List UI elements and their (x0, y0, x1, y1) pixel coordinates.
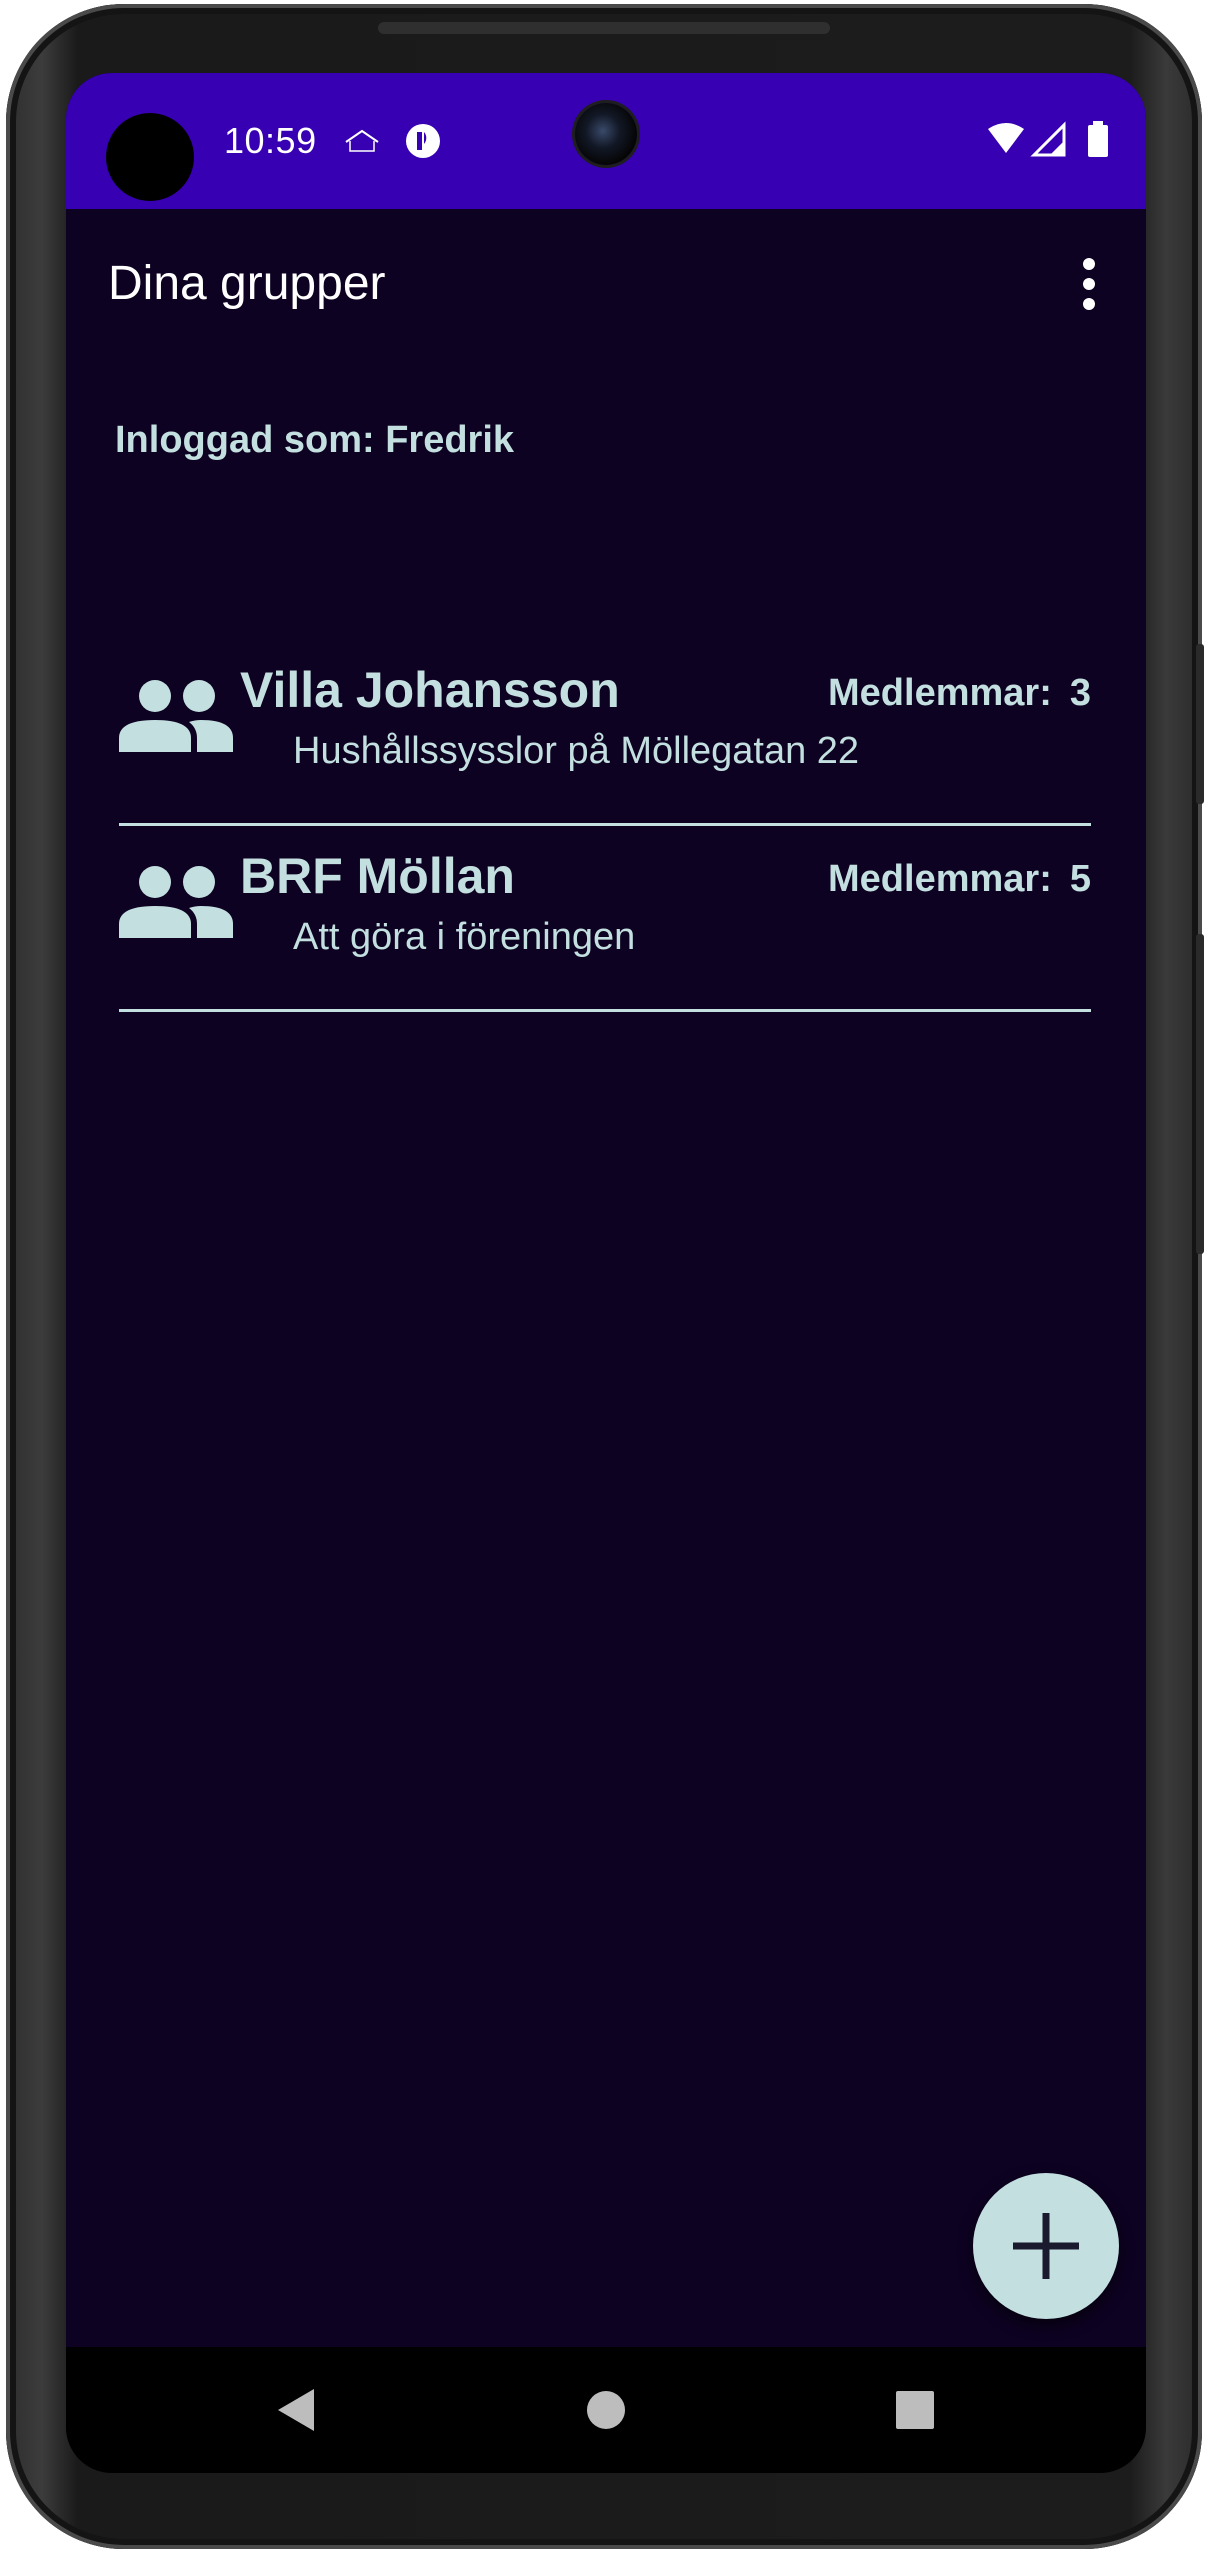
front-camera (575, 103, 637, 165)
group-name: Villa Johansson (240, 662, 620, 718)
status-time: 10:59 (224, 120, 317, 161)
group-list-item[interactable]: Villa Johansson Hushållssysslor på Mölle… (119, 641, 1091, 826)
power-button (1196, 644, 1204, 804)
recents-square-icon[interactable] (888, 2383, 942, 2437)
plus-icon (1013, 2213, 1079, 2279)
members-label: Medlemmar: (828, 858, 1052, 900)
group-description: Hushållssysslor på Möllegatan 22 (293, 730, 860, 772)
house-app-icon (345, 129, 379, 152)
logged-in-user-label: Inloggad som: Fredrik (115, 419, 515, 461)
add-group-button[interactable] (973, 2173, 1119, 2319)
page-title: Dina grupper (108, 257, 386, 310)
members-label: Medlemmar: (828, 672, 1052, 714)
status-bar: 10:59 (66, 73, 1146, 209)
battery-icon (1088, 125, 1108, 157)
members-count: Medlemmar: 5 (828, 855, 1091, 903)
group-name: BRF Möllan (240, 848, 515, 904)
volume-button (1196, 934, 1204, 1254)
speaker-slot (378, 22, 830, 34)
group-icon (119, 866, 233, 938)
group-list-item[interactable]: BRF Möllan Att göra i föreningen Medlemm… (119, 827, 1091, 1012)
group-description: Att göra i föreningen (293, 916, 636, 958)
notification-app-icon (406, 124, 440, 158)
divider (119, 1009, 1091, 1012)
status-dot (106, 113, 194, 201)
back-triangle-icon[interactable] (270, 2383, 324, 2437)
group-icon (119, 680, 233, 752)
wifi-icon (988, 123, 1024, 153)
screen: 10:59 Dina grupper Inloggad som: Fredrik… (66, 73, 1146, 2473)
more-vert-icon[interactable] (1064, 249, 1114, 319)
home-circle-icon[interactable] (579, 2383, 633, 2437)
members-number: 5 (1069, 858, 1091, 900)
navigation-bar (66, 2347, 1146, 2473)
members-count: Medlemmar: 3 (828, 669, 1091, 717)
app-bar: Dina grupper (66, 209, 1146, 359)
divider (119, 823, 1091, 826)
phone-frame: 10:59 Dina grupper Inloggad som: Fredrik… (6, 4, 1204, 2549)
status-indicators (988, 121, 1108, 157)
members-number: 3 (1069, 672, 1091, 714)
